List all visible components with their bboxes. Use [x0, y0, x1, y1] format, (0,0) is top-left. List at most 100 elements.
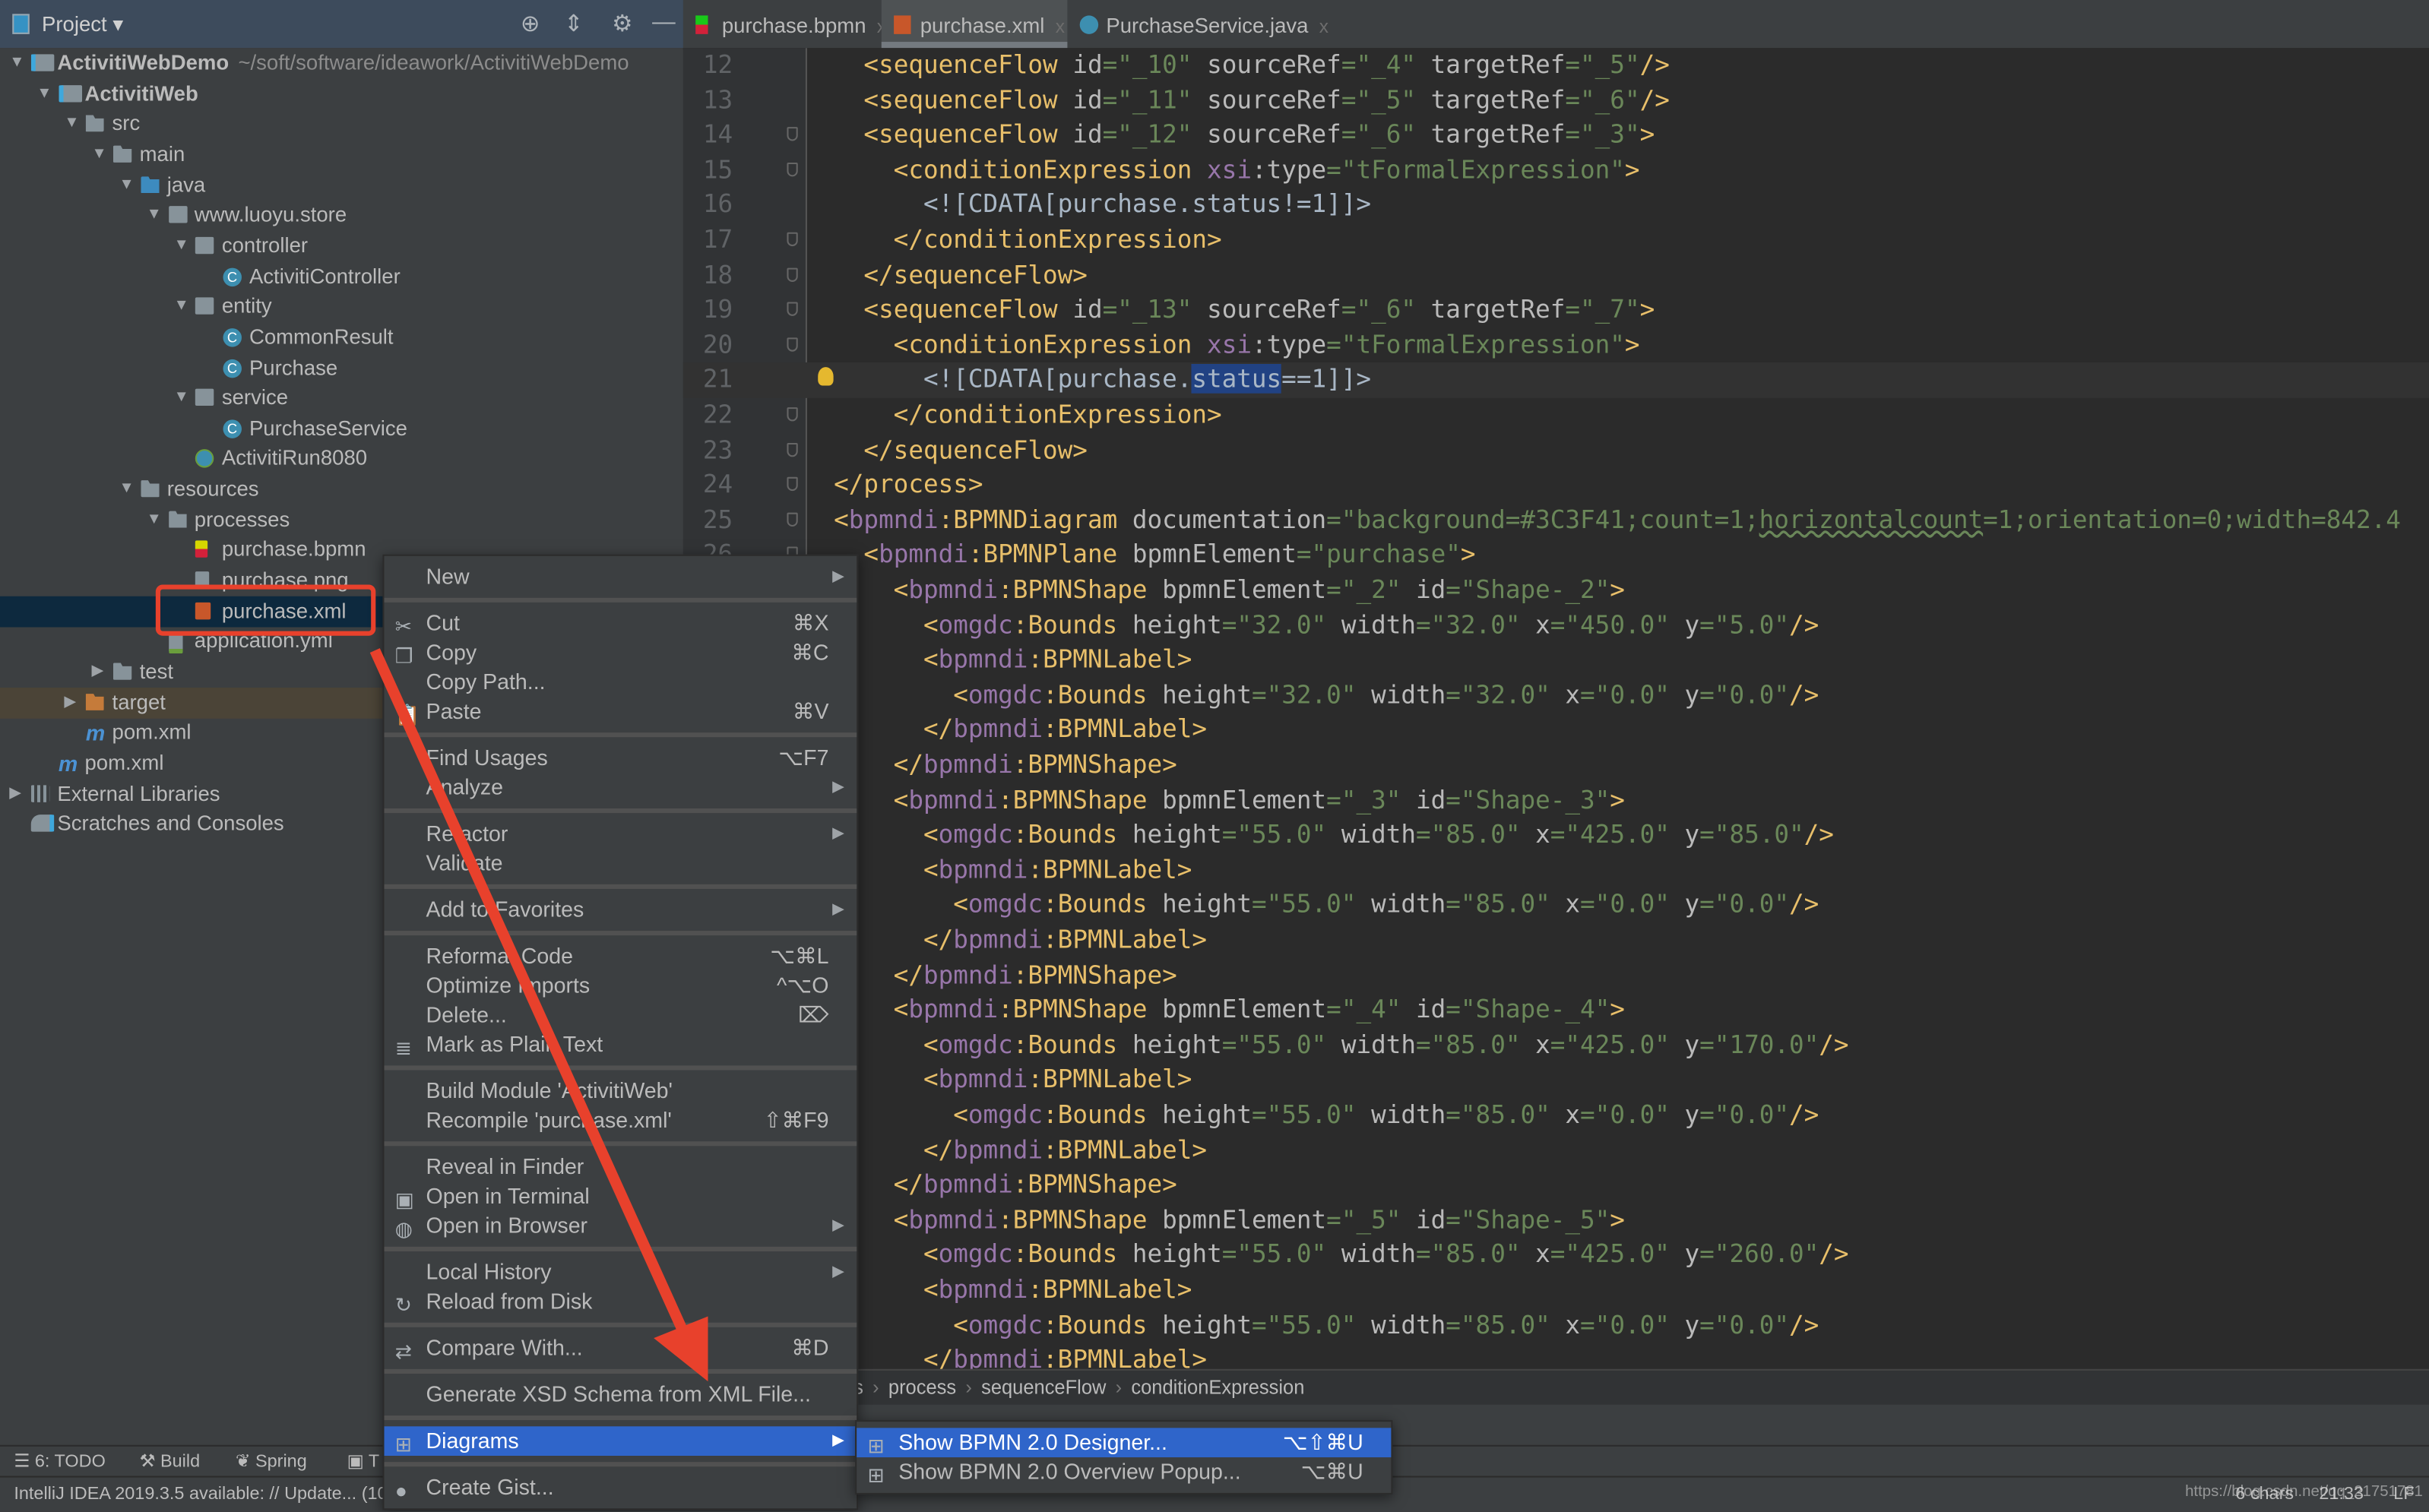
menu-item-delete[interactable]: Delete... ⌦	[384, 1001, 857, 1030]
menu-item-compare-with[interactable]: ⇄ Compare With... ⌘D	[384, 1333, 857, 1363]
tree-item[interactable]: C Purchase	[0, 353, 683, 384]
menu-item-build-module-activitiweb[interactable]: Build Module 'ActivitiWeb'	[384, 1077, 857, 1106]
expand-arrow-icon[interactable]: ▼	[147, 200, 162, 231]
code-line[interactable]: 20 <conditionExpression xsi:type="tForma…	[683, 328, 2429, 363]
collapse-arrow-icon[interactable]: ▶	[9, 778, 21, 809]
tree-item[interactable]: ▼ ActivitiWeb	[0, 78, 683, 109]
breadcrumb-item[interactable]: sequenceFlow	[981, 1377, 1106, 1399]
code-line[interactable]: 19 <sequenceFlow id="_13" sourceRef="_6"…	[683, 293, 2429, 328]
code-line[interactable]: 47 <bpmndi:BPMNLabel>	[683, 1273, 2429, 1308]
tab-purchaseservice-java[interactable]: PurchaseService.java x	[1067, 0, 1329, 48]
menu-item-paste[interactable]: 📋 Paste ⌘V	[384, 697, 857, 726]
code-line[interactable]: 38 </bpmndi:BPMNShape>	[683, 958, 2429, 993]
code-line[interactable]: 40 <omgdc:Bounds height="55.0" width="85…	[683, 1028, 2429, 1063]
collapse-arrow-icon[interactable]: ▶	[64, 687, 76, 718]
menu-item-recompile-purchase-xml[interactable]: Recompile 'purchase.xml' ⇧⌘F9	[384, 1106, 857, 1135]
code-line[interactable]: 31 </bpmndi:BPMNLabel>	[683, 713, 2429, 748]
menu-item-local-history[interactable]: Local History ▶	[384, 1257, 857, 1287]
menu-item-validate[interactable]: Validate	[384, 849, 857, 878]
code-line[interactable]: 26 <bpmndi:BPMNPlane bpmnElement="purcha…	[683, 538, 2429, 573]
fold-icon[interactable]	[787, 512, 798, 527]
code-line[interactable]: 34 <omgdc:Bounds height="55.0" width="85…	[683, 818, 2429, 853]
menu-item-create-gist[interactable]: ● Create Gist...	[384, 1472, 857, 1502]
menu-item-show-bpmn-2-0-designer[interactable]: ⊞ Show BPMN 2.0 Designer... ⌥⇧⌘U	[857, 1428, 1392, 1458]
menu-item-open-in-terminal[interactable]: ▣ Open in Terminal	[384, 1181, 857, 1211]
code-line[interactable]: 29 <bpmndi:BPMNLabel>	[683, 643, 2429, 678]
code-line[interactable]: 36 <omgdc:Bounds height="55.0" width="85…	[683, 888, 2429, 923]
code-line[interactable]: 48 <omgdc:Bounds height="55.0" width="85…	[683, 1308, 2429, 1343]
code-line[interactable]: 37 </bpmndi:BPMNLabel>	[683, 923, 2429, 958]
status-message[interactable]: IntelliJ IDEA 2019.3.5 available: // Upd…	[14, 1478, 387, 1512]
code-line[interactable]: 21 <![CDATA[purchase.status==1]]>	[682, 362, 2429, 398]
code-line[interactable]: 18 </sequenceFlow>	[683, 258, 2429, 293]
code-line[interactable]: 12 <sequenceFlow id="_10" sourceRef="_4"…	[683, 48, 2429, 83]
tree-item[interactable]: ActivitiRun8080	[0, 444, 683, 475]
tree-item[interactable]: C ActivitiController	[0, 261, 683, 293]
expand-arrow-icon[interactable]: ▼	[174, 383, 189, 414]
expand-arrow-icon[interactable]: ▼	[36, 78, 52, 109]
fold-icon[interactable]	[787, 477, 798, 492]
code-line[interactable]: 49 </bpmndi:BPMNLabel>	[683, 1343, 2429, 1369]
code-line[interactable]: 39 <bpmndi:BPMNShape bpmnElement="_4" id…	[683, 993, 2429, 1028]
tree-item[interactable]: C CommonResult	[0, 322, 683, 353]
code-line[interactable]: 23 </sequenceFlow>	[683, 433, 2429, 468]
expand-arrow-icon[interactable]: ▼	[9, 48, 24, 79]
menu-item-copy[interactable]: ❐ Copy ⌘C	[384, 638, 857, 668]
breadcrumb-item[interactable]: conditionExpression	[1131, 1377, 1304, 1399]
menu-item-reformat-code[interactable]: Reformat Code ⌥⌘L	[384, 941, 857, 971]
code-editor[interactable]: 12 <sequenceFlow id="_10" sourceRef="_4"…	[682, 48, 2429, 1369]
tree-item[interactable]: C PurchaseService	[0, 413, 683, 444]
code-line[interactable]: 13 <sequenceFlow id="_11" sourceRef="_5"…	[683, 83, 2429, 118]
expand-arrow-icon[interactable]: ▼	[174, 292, 189, 323]
code-line[interactable]: 25 <bpmndi:BPMNDiagram documentation="ba…	[683, 503, 2429, 538]
menu-item-diagrams[interactable]: ⊞ Diagrams ▶	[384, 1426, 857, 1457]
fold-icon[interactable]	[787, 127, 798, 141]
code-line[interactable]: 22 </conditionExpression>	[683, 398, 2429, 433]
expand-arrow-icon[interactable]: ▼	[119, 474, 135, 505]
fold-icon[interactable]	[787, 267, 798, 282]
hide-icon[interactable]: —	[652, 9, 676, 36]
code-line[interactable]: 14 <sequenceFlow id="_12" sourceRef="_6"…	[683, 118, 2429, 153]
tree-item[interactable]: ▼ entity	[0, 292, 683, 323]
fold-icon[interactable]	[787, 232, 798, 247]
menu-item-reveal-in-finder[interactable]: Reveal in Finder	[384, 1152, 857, 1181]
code-line[interactable]: 28 <omgdc:Bounds height="32.0" width="32…	[683, 608, 2429, 643]
tree-item[interactable]: ▼ controller	[0, 230, 683, 261]
code-line[interactable]: 41 <bpmndi:BPMNLabel>	[683, 1063, 2429, 1098]
code-line[interactable]: 43 </bpmndi:BPMNLabel>	[683, 1133, 2429, 1168]
collapse-arrow-icon[interactable]: ▶	[91, 656, 103, 688]
tree-item[interactable]: ▼ src	[0, 109, 683, 140]
menu-item-open-in-browser[interactable]: ◍ Open in Browser ▶	[384, 1211, 857, 1241]
code-line[interactable]: 15 <conditionExpression xsi:type="tForma…	[683, 153, 2429, 188]
gear-icon[interactable]: ⚙	[612, 9, 632, 37]
expand-arrow-icon[interactable]: ▼	[147, 505, 162, 536]
expand-arrow-icon[interactable]: ▼	[119, 169, 135, 201]
menu-item-reload-from-disk[interactable]: ↻ Reload from Disk	[384, 1287, 857, 1317]
code-line[interactable]: 16 <![CDATA[purchase.status!=1]]>	[683, 188, 2429, 223]
menu-item-analyze[interactable]: Analyze ▶	[384, 773, 857, 802]
tab-purchase-xml[interactable]: purchase.xml x	[881, 0, 1068, 49]
code-line[interactable]: 35 <bpmndi:BPMNLabel>	[683, 853, 2429, 888]
code-line[interactable]: 44 </bpmndi:BPMNShape>	[683, 1168, 2429, 1203]
expand-arrow-icon[interactable]: ▼	[91, 139, 106, 170]
code-line[interactable]: 30 <omgdc:Bounds height="32.0" width="32…	[683, 678, 2429, 713]
menu-item-mark-as-plain-text[interactable]: ≣ Mark as Plain Text	[384, 1030, 857, 1060]
code-line[interactable]: 46 <omgdc:Bounds height="55.0" width="85…	[683, 1238, 2429, 1273]
code-line[interactable]: 45 <bpmndi:BPMNShape bpmnElement="_5" id…	[683, 1203, 2429, 1238]
fold-icon[interactable]	[787, 302, 798, 317]
code-line[interactable]: 32 </bpmndi:BPMNShape>	[683, 748, 2429, 783]
tree-item[interactable]: ▼ resources	[0, 474, 683, 505]
breadcrumb-item[interactable]: process	[888, 1377, 956, 1399]
tree-item[interactable]: ▼ service	[0, 383, 683, 414]
code-line[interactable]: 27 <bpmndi:BPMNShape bpmnElement="_2" id…	[683, 573, 2429, 608]
tree-item[interactable]: ▼ ActivitiWebDemo ~/soft/software/ideawork…	[0, 48, 683, 79]
tree-item[interactable]: ▼ www.luoyu.store	[0, 200, 683, 231]
fold-icon[interactable]	[787, 337, 798, 352]
code-line[interactable]: 24 </process>	[683, 468, 2429, 503]
menu-item-refactor[interactable]: Refactor ▶	[384, 819, 857, 849]
close-icon[interactable]: x	[1056, 15, 1065, 37]
spring-tool-button[interactable]: ❦ Spring	[236, 1447, 307, 1478]
menu-item-new[interactable]: New ▶	[384, 562, 857, 592]
tree-item[interactable]: ▼ java	[0, 169, 683, 201]
menu-item-find-usages[interactable]: Find Usages ⌥F7	[384, 743, 857, 773]
